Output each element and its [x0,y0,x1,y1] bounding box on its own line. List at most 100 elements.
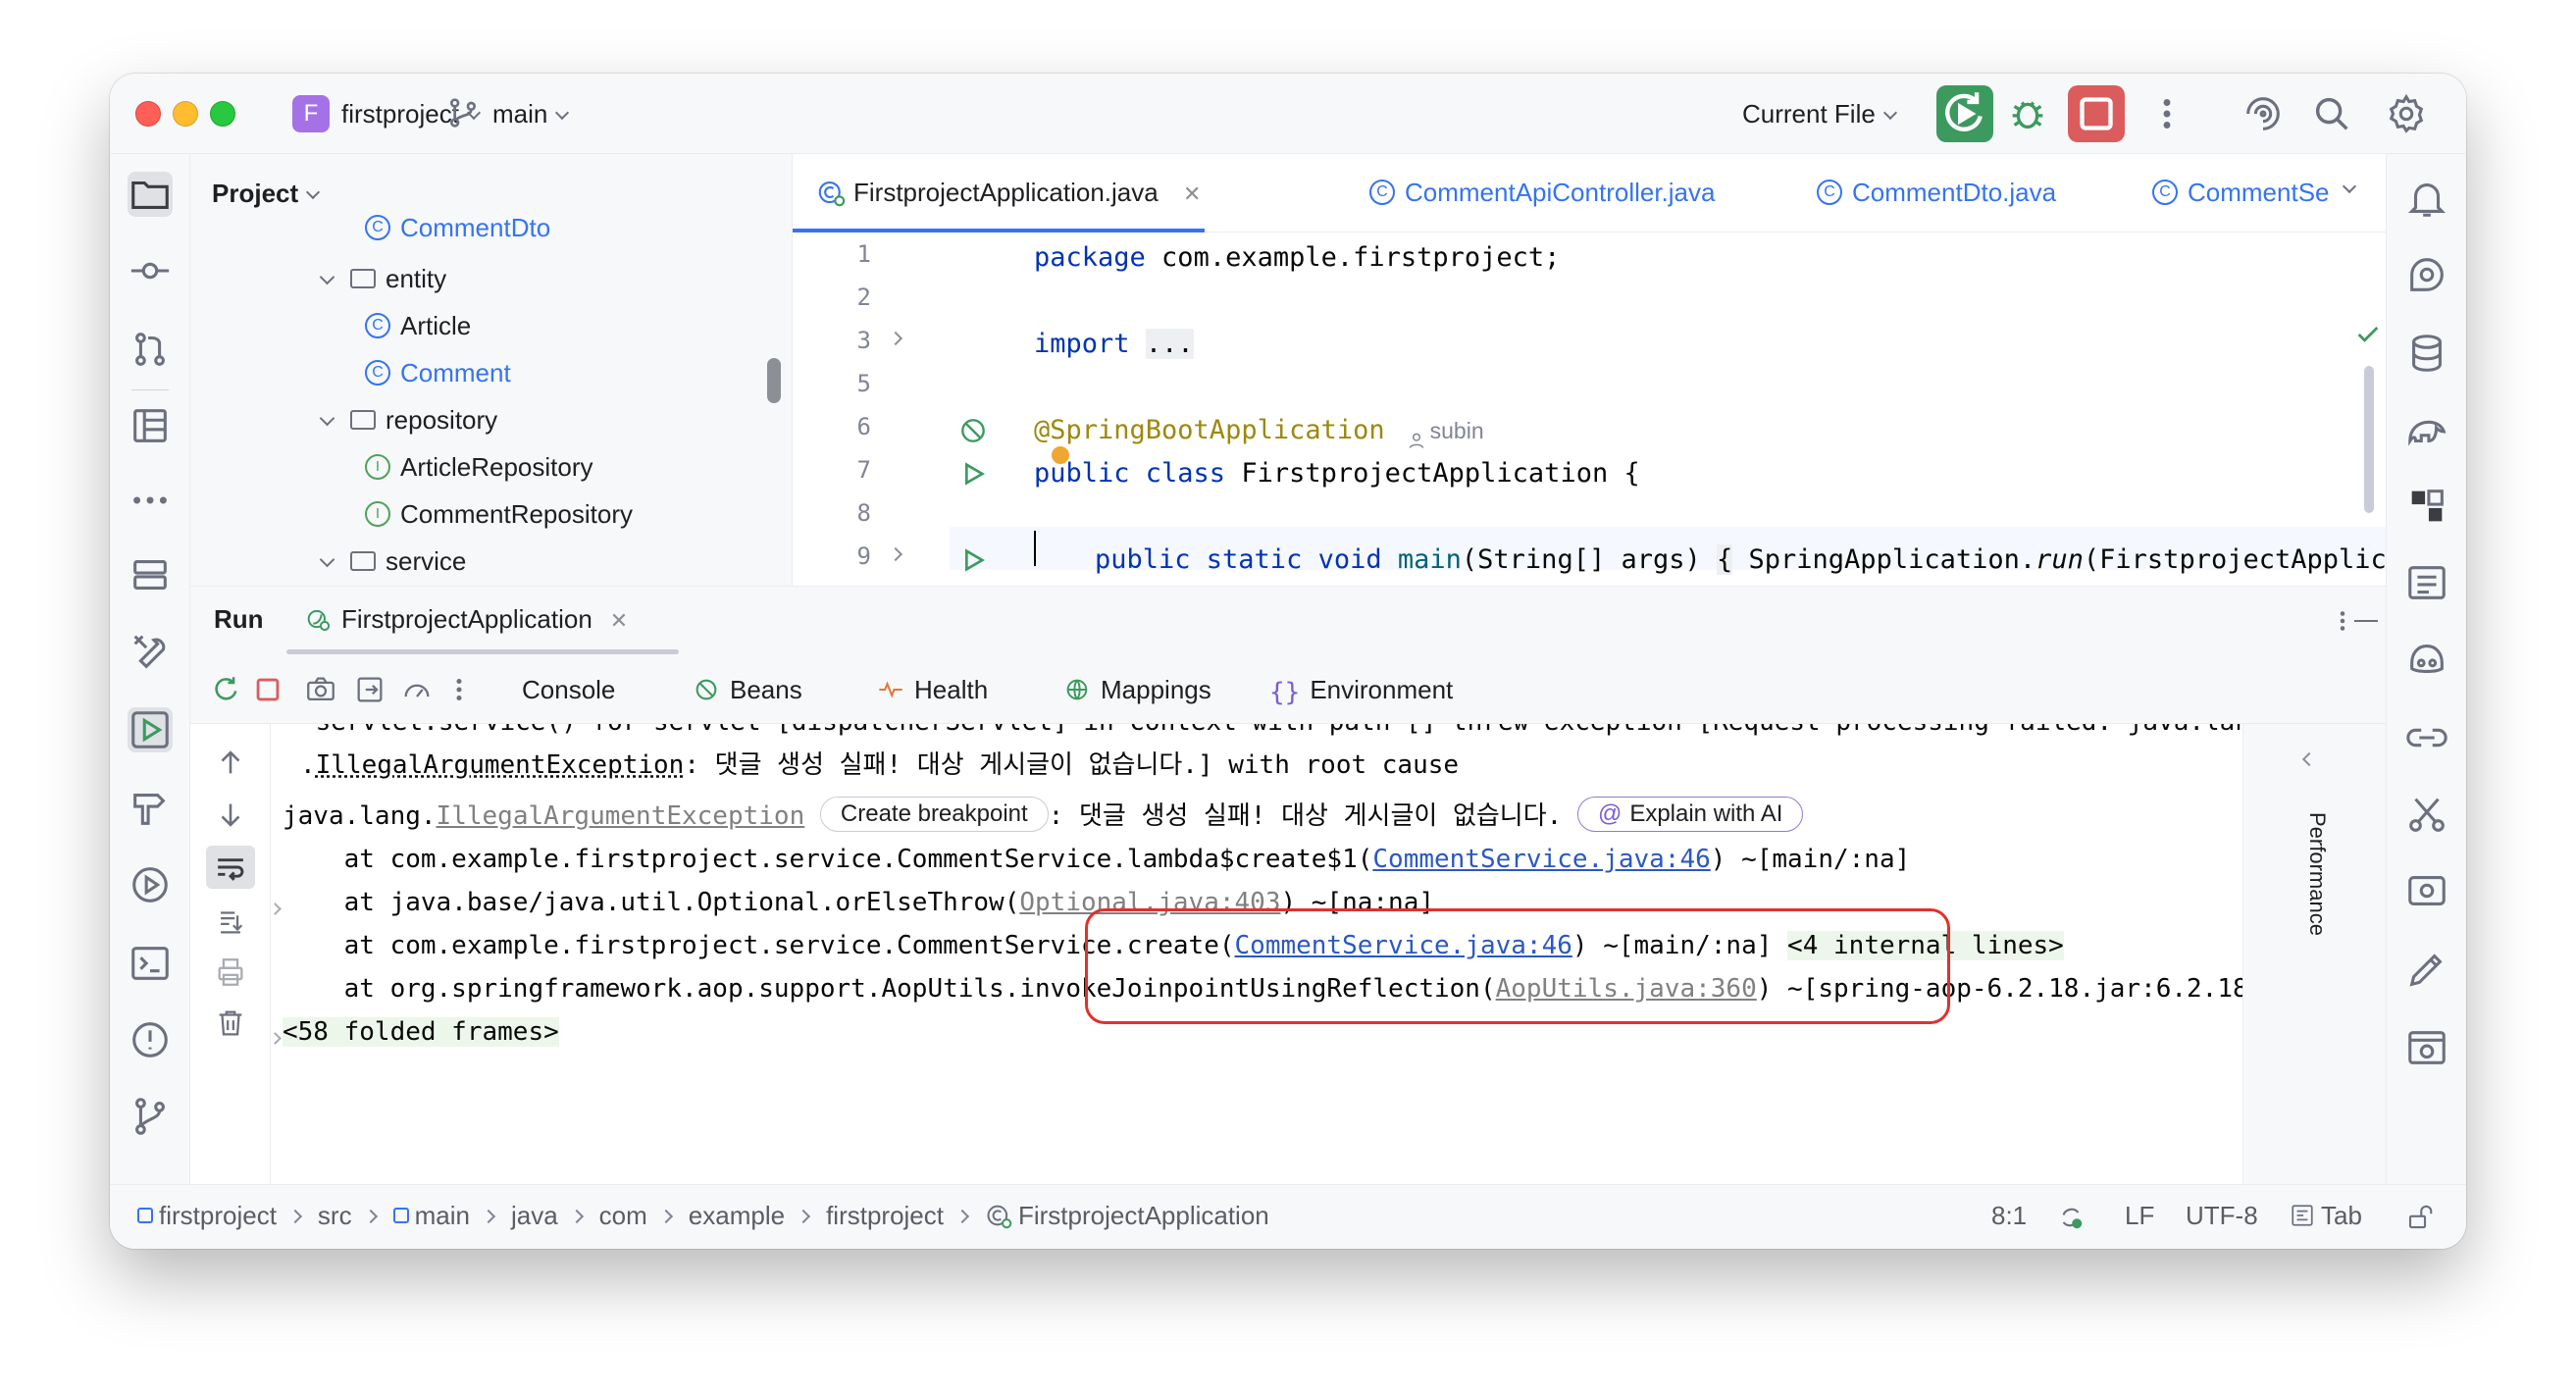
clear-trash-icon[interactable] [214,1006,247,1040]
exception-link[interactable]: IllegalArgumentException [437,801,805,831]
debug-bug-icon[interactable] [2005,91,2050,136]
read-only-lock-icon[interactable] [2405,1203,2435,1232]
search-icon[interactable] [2309,91,2354,136]
tab-firstprojectapplication[interactable]: FirstprojectApplication.java ✕ [816,174,1201,213]
fold-chevron-icon[interactable] [888,331,903,348]
breadcrumb-item[interactable]: example [689,1201,785,1230]
ai-chat-icon[interactable] [2404,252,2449,297]
performance-tab[interactable]: Performance [2304,812,2330,936]
project-tool-folder-icon[interactable] [128,172,173,217]
folded-imports[interactable]: ... [1145,329,1194,359]
services-play-icon[interactable] [128,862,173,907]
print-icon[interactable] [214,955,247,989]
rerun-icon[interactable] [210,673,243,706]
stop-icon[interactable] [251,673,284,706]
scroll-up-arrow-icon[interactable] [214,746,247,779]
tab-health[interactable]: Health [877,673,988,706]
folded-frames[interactable]: <58 folded frames> [283,1017,559,1047]
database-icon[interactable] [2404,331,2449,376]
dashboard-gauge-icon[interactable] [400,673,434,706]
console-output[interactable]: servlet.service() for servlet [dispatche… [271,724,2242,1185]
preview-window-icon[interactable] [2404,1025,2449,1070]
soft-wrap-icon[interactable] [206,846,255,889]
explain-with-ai-button[interactable]: @ Explain with AI [1576,796,1804,832]
breadcrumb-item[interactable]: src [318,1201,352,1230]
exit-icon[interactable] [353,673,386,706]
internal-lines-fold[interactable]: <4 internal lines> [1787,931,2064,960]
tree-item-articlerepository[interactable]: I ArticleRepository [365,444,593,490]
file-encoding[interactable]: UTF-8 [2186,1201,2258,1231]
run-config-selector[interactable]: Current File [1742,99,1897,129]
source-link[interactable]: CommentService.java:46 [1372,845,1710,874]
source-link[interactable]: AopUtils.java:360 [1496,974,1757,1004]
breadcrumb-item[interactable]: java [511,1201,558,1230]
tree-item-commentdto[interactable]: C CommentDto [365,205,550,250]
ai-assistant-icon[interactable] [2241,91,2286,136]
edit-pencil-icon[interactable] [2404,947,2449,992]
tree-item-repository[interactable]: repository [319,397,497,442]
tabs-overflow-chevron-icon[interactable] [2342,179,2357,201]
inspection-ok-check-icon[interactable] [2354,321,2382,348]
close-window-button[interactable] [135,101,161,127]
tree-item-article[interactable]: C Article [365,303,471,348]
tab-commentservice[interactable]: C CommentServ [2152,174,2329,211]
tab-commentdto[interactable]: C CommentDto.java [1817,174,2056,211]
indent-setting[interactable]: Tab [2290,1201,2362,1231]
version-control-icon[interactable] [128,1094,173,1139]
breadcrumb-item[interactable]: main [415,1201,470,1230]
tab-beans[interactable]: Beans [693,673,802,706]
endpoints-hammer-icon[interactable] [128,786,173,831]
scroll-to-end-icon[interactable] [214,904,247,938]
run-tool-icon[interactable] [128,707,173,752]
tab-environment[interactable]: {} Environment [1269,673,1453,707]
commit-icon[interactable] [128,248,173,293]
endpoints-link-icon[interactable] [2404,715,2449,760]
plugin-blocks-icon[interactable] [2404,484,2449,529]
tools-scissors-icon[interactable] [2404,792,2449,837]
tree-item-entity[interactable]: entity [319,256,446,301]
services-icon[interactable] [128,552,173,597]
folded-brace[interactable]: { [1717,544,1733,575]
tree-item-commentrepository[interactable]: I CommentRepository [365,491,633,537]
run-gutter-icon[interactable] [957,458,989,490]
minimize-window-button[interactable] [173,101,198,127]
line-separator[interactable]: LF [2125,1201,2154,1231]
breadcrumb-item[interactable]: com [599,1201,647,1230]
chevron-down-icon[interactable] [319,551,335,568]
tab-console[interactable]: Console [522,673,615,706]
pull-requests-icon[interactable] [128,327,173,372]
terminal-icon[interactable] [128,941,173,986]
breadcrumb-item[interactable]: firstproject [826,1201,944,1230]
run-gutter-icon[interactable] [957,544,989,576]
exception-name[interactable]: IllegalArgumentException [316,750,685,780]
more-vertical-icon[interactable] [449,673,469,706]
camera-icon[interactable] [304,673,337,706]
stop-button[interactable] [2068,85,2125,142]
caret-position[interactable]: 8:1 [1991,1201,2027,1231]
structure-icon[interactable] [128,403,173,448]
chevron-down-icon[interactable] [319,269,335,285]
settings-sync-icon[interactable] [2404,868,2449,913]
hide-panel-minus-icon[interactable] [2354,620,2378,622]
more-tools-icon[interactable] [128,478,173,523]
run-config-tab[interactable]: FirstprojectApplication ✕ [304,604,628,635]
expand-chevron-icon[interactable] [271,1030,282,1048]
tree-item-service[interactable]: service [319,539,466,584]
build-tools-icon[interactable] [128,629,173,674]
close-tab-icon[interactable]: ✕ [610,608,628,633]
scroll-down-arrow-icon[interactable] [214,799,247,832]
gradle-elephant-icon[interactable] [2404,407,2449,452]
problems-icon[interactable] [128,1017,173,1062]
project-scrollbar[interactable] [767,358,781,403]
run-options-more-icon[interactable] [2333,606,2352,636]
tab-commentapicontroller[interactable]: C CommentApiController.java [1369,174,1715,211]
author-hint[interactable]: subin [1407,418,1484,448]
breadcrumb-item[interactable]: FirstprojectApplication [1018,1201,1269,1230]
copilot-icon[interactable] [2404,637,2449,682]
close-tab-icon[interactable]: ✕ [1183,181,1201,206]
settings-gear-icon[interactable] [2384,91,2429,136]
editor-scrollbar[interactable] [2364,366,2374,513]
source-link[interactable]: Optional.java:403 [1019,888,1280,917]
chevron-left-icon[interactable] [2301,751,2317,769]
more-vertical-icon[interactable] [2152,91,2182,136]
